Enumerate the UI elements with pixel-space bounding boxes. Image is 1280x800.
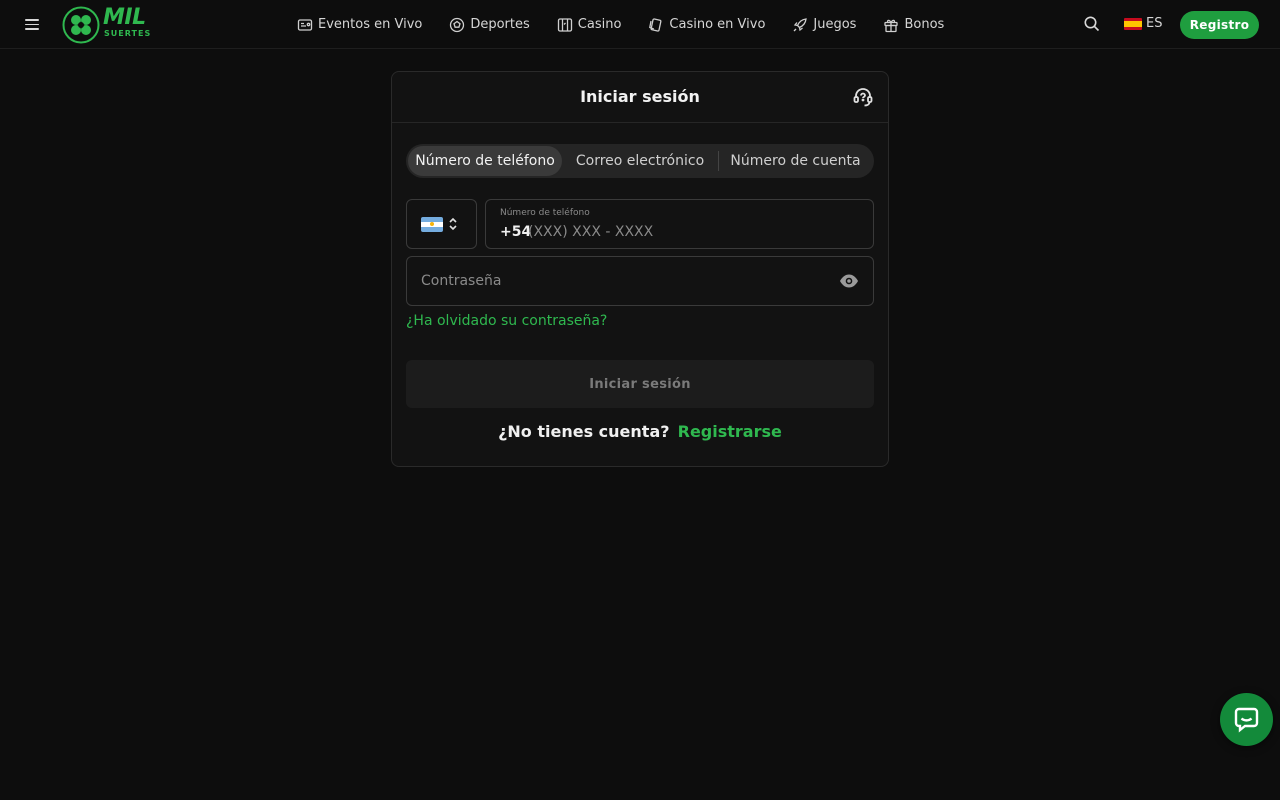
language-code: ES (1146, 16, 1163, 31)
live-chat-button[interactable] (1220, 693, 1273, 746)
logo-word: MIL (103, 5, 146, 30)
country-code-select[interactable] (406, 199, 477, 249)
tab-phone-number[interactable]: Número de teléfono (408, 146, 562, 176)
nav-deportes[interactable]: Deportes (449, 17, 530, 33)
tab-account-number[interactable]: Número de cuenta (718, 151, 872, 171)
signup-prompt: ¿No tienes cuenta? Registrarse (392, 422, 888, 441)
language-selector[interactable]: ES (1124, 16, 1162, 31)
argentina-flag-icon (421, 217, 443, 232)
clover-icon (62, 6, 100, 44)
main-nav: Eventos en Vivo Deportes Casino Casino e… (297, 0, 971, 49)
spain-flag-icon (1124, 17, 1142, 30)
nav-label: Eventos en Vivo (318, 17, 423, 32)
menu-icon[interactable] (22, 15, 42, 35)
slot-machine-icon (557, 17, 572, 32)
chevron-up-down-icon (449, 217, 457, 231)
site-logo[interactable]: MIL SUERTES (62, 5, 156, 45)
signup-link[interactable]: Registrarse (678, 422, 782, 441)
support-headset-icon[interactable] (852, 86, 874, 108)
login-submit-button[interactable]: Iniciar sesión (406, 360, 874, 408)
nav-label: Casino en Vivo (669, 17, 766, 32)
nav-label: Deportes (470, 17, 530, 32)
forgot-password-link[interactable]: ¿Ha olvidado su contraseña? (406, 313, 607, 329)
gift-icon (884, 19, 899, 32)
login-title: Iniciar sesión (580, 87, 700, 106)
phone-prefix: +54 (500, 224, 532, 240)
logo-subword: SUERTES (104, 29, 152, 38)
nav-juegos[interactable]: Juegos (792, 17, 856, 33)
login-card-header: Iniciar sesión (392, 72, 888, 123)
login-card: Iniciar sesión Número de teléfono Correo… (391, 71, 889, 467)
chat-bubble-icon (1234, 707, 1259, 733)
register-button[interactable]: Registro (1180, 11, 1259, 39)
phone-placeholder: (XXX) XXX - XXXX (528, 224, 654, 240)
no-account-text: ¿No tienes cuenta? (498, 422, 670, 441)
live-tv-icon (297, 18, 313, 31)
nav-bonos[interactable]: Bonos (883, 17, 944, 33)
eye-icon[interactable] (839, 272, 859, 290)
nav-casino[interactable]: Casino (557, 17, 622, 33)
phone-field-label: Número de teléfono (500, 208, 590, 218)
nav-label: Bonos (904, 17, 945, 32)
nav-eventos-en-vivo[interactable]: Eventos en Vivo (297, 17, 422, 33)
search-icon[interactable] (1083, 15, 1101, 33)
rocket-icon (793, 17, 808, 31)
top-header: MIL SUERTES Eventos en Vivo Deportes Cas… (0, 0, 1280, 49)
nav-casino-en-vivo[interactable]: Casino en Vivo (648, 17, 765, 33)
phone-number-input[interactable]: Número de teléfono +54 (XXX) XXX - XXXX (485, 199, 874, 249)
password-placeholder: Contraseña (421, 273, 502, 289)
password-input[interactable]: Contraseña (406, 256, 874, 306)
cards-icon (649, 17, 662, 32)
nav-label: Juegos (813, 17, 857, 32)
tab-email[interactable]: Correo electrónico (562, 146, 718, 176)
soccer-ball-icon (450, 17, 465, 32)
nav-label: Casino (577, 17, 622, 32)
login-method-tabs: Número de teléfono Correo electrónico Nú… (406, 144, 874, 178)
